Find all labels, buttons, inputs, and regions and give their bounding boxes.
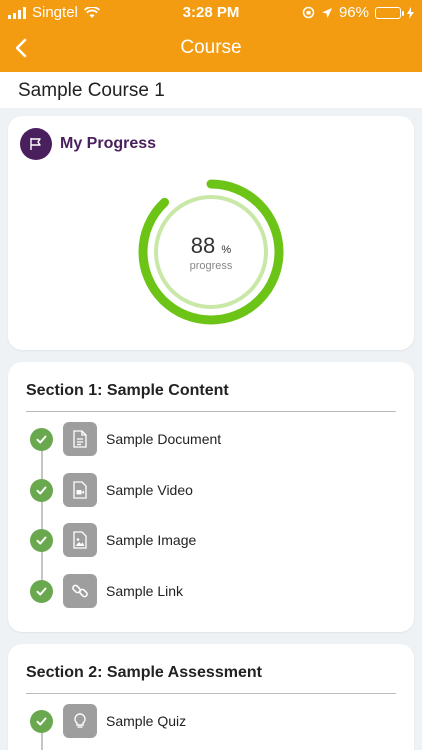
list-item[interactable]: Sample Quiz [30, 704, 390, 738]
image-icon [63, 523, 97, 557]
flag-icon [20, 128, 52, 160]
item-label: Sample Link [106, 583, 184, 599]
progress-unit: % [221, 243, 232, 256]
check-icon [30, 479, 53, 502]
section-divider [26, 693, 396, 694]
progress-header: My Progress [20, 128, 156, 160]
battery-percent: 96% [338, 4, 369, 21]
battery-icon [375, 6, 404, 19]
section-card: Section 2: Sample Assessment Sample Quiz [8, 644, 414, 750]
nav-title: Course [180, 37, 242, 58]
check-icon [30, 428, 53, 451]
section-title: Section 2: Sample Assessment [26, 664, 262, 681]
nav-bar: Course [0, 26, 422, 72]
progress-readout: 88 % progress [135, 176, 287, 328]
timeline-line [41, 440, 43, 592]
list-item[interactable]: Sample Link [30, 574, 390, 608]
progress-label: progress [189, 259, 233, 272]
location-icon [321, 7, 332, 18]
item-label: Sample Document [106, 431, 222, 447]
rotation-lock-icon [302, 6, 315, 19]
course-title: Sample Course 1 [18, 80, 165, 101]
section-divider [26, 411, 396, 412]
check-icon [30, 580, 53, 603]
course-header: Sample Course 1 [0, 72, 422, 108]
charging-icon [407, 6, 414, 19]
progress-value: 88 [190, 232, 216, 258]
list-item[interactable]: Sample Document [30, 422, 390, 456]
list-item[interactable]: Sample Image [30, 523, 390, 557]
video-icon [63, 473, 97, 507]
progress-value-line: 88 % [191, 233, 231, 259]
check-icon [30, 529, 53, 552]
section-title: Section 1: Sample Content [26, 382, 229, 399]
item-label: Sample Quiz [106, 713, 187, 729]
progress-title: My Progress [60, 135, 157, 152]
item-label: Sample Image [106, 532, 197, 548]
status-bar: Singtel 3:28 PM 96% [0, 0, 422, 26]
lightbulb-icon [63, 704, 97, 738]
document-icon [63, 422, 97, 456]
list-item[interactable]: Sample Video [30, 473, 390, 507]
item-label: Sample Video [106, 482, 193, 498]
progress-card: My Progress 88 % progress [8, 116, 414, 350]
status-right: 96% [302, 4, 414, 21]
check-icon [30, 710, 53, 733]
link-icon [63, 574, 97, 608]
section-card: Section 1: Sample Content Sample Documen… [8, 362, 414, 632]
